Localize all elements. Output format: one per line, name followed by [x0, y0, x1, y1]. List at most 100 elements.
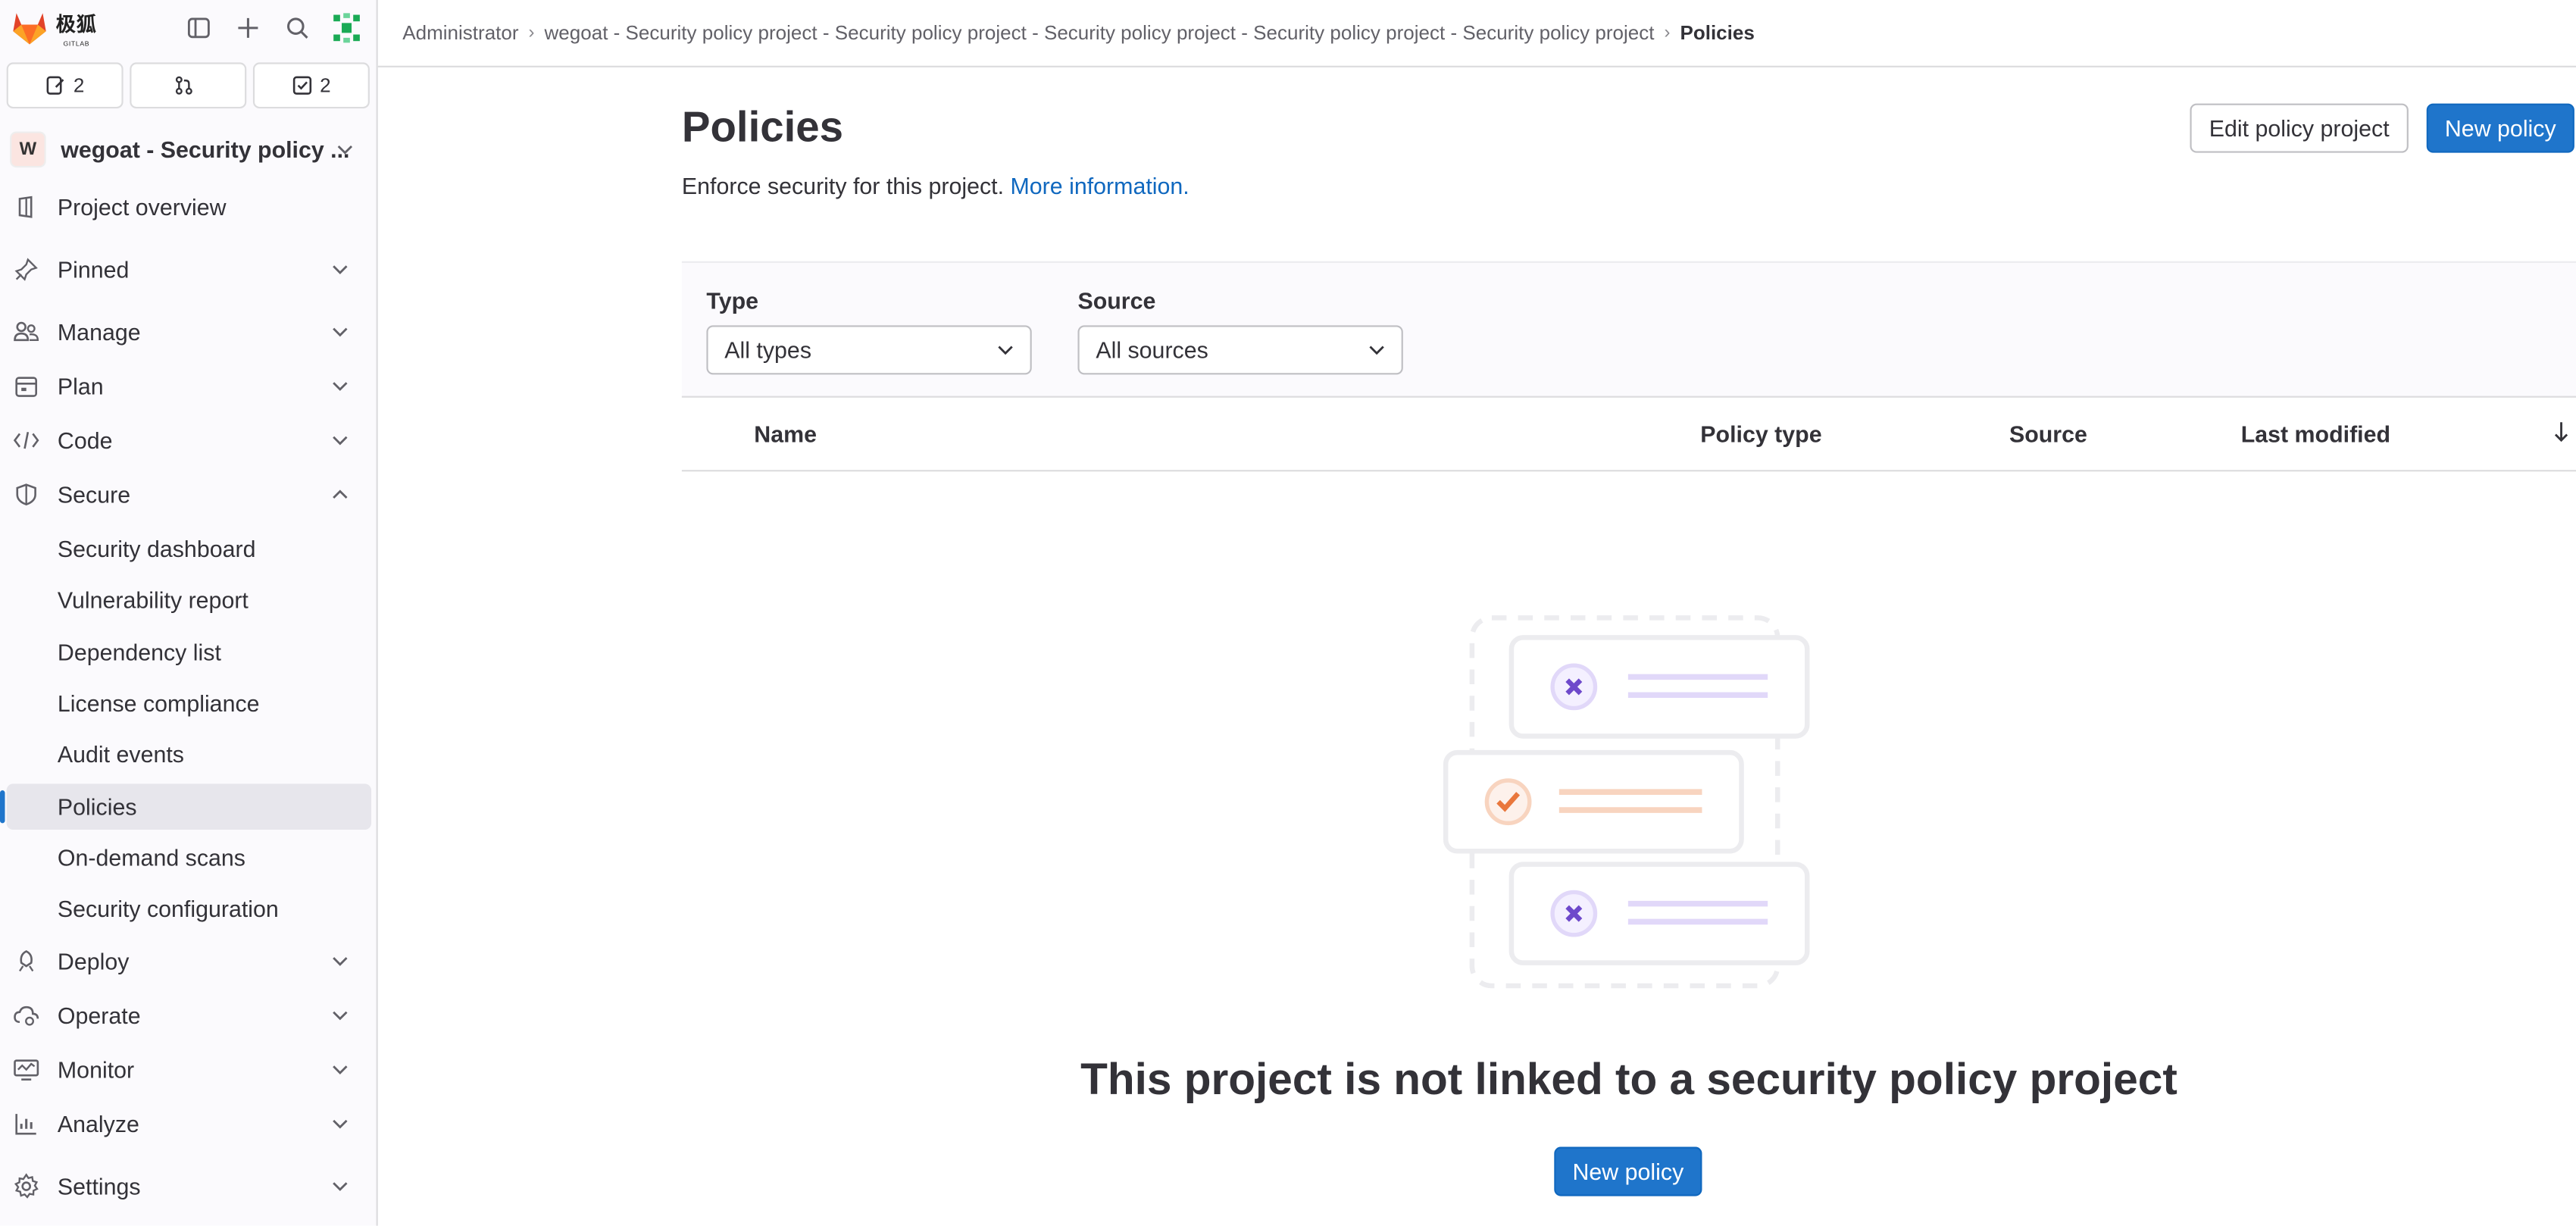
- user-avatar-icon[interactable]: [329, 10, 365, 46]
- edit-policy-project-button[interactable]: Edit policy project: [2190, 103, 2409, 153]
- new-policy-button[interactable]: New policy: [2426, 103, 2574, 153]
- sidebar-item-secure[interactable]: Secure: [0, 471, 371, 518]
- sidebar-item-code[interactable]: Code: [0, 418, 371, 464]
- column-header-source[interactable]: Source: [2009, 421, 2087, 447]
- search-icon[interactable]: [280, 10, 316, 46]
- project-switcher[interactable]: W wegoat - Security policy ...: [0, 121, 377, 177]
- sidebar-item-manage[interactable]: Manage: [0, 309, 371, 355]
- project-avatar: W: [10, 131, 46, 168]
- policies-table-header: Name Policy type Source Last modified: [681, 396, 2576, 472]
- pin-icon: [13, 256, 39, 283]
- type-filter-value: All types: [724, 336, 812, 364]
- brand-logo[interactable]: 极狐 GITLAB: [10, 9, 97, 47]
- chevron-right-icon: ›: [528, 23, 535, 43]
- page-description: Enforce security for this project. More …: [682, 173, 1190, 199]
- sidebar-item-label: Project overview: [57, 193, 227, 220]
- empty-state-illustration: [1443, 615, 1810, 989]
- chevron-down-icon: [332, 1178, 349, 1195]
- sidebar-item-policies[interactable]: Policies: [0, 783, 372, 830]
- sidebar-item-vulnerability-report[interactable]: Vulnerability report: [0, 577, 371, 623]
- chevron-down-icon: [332, 1115, 349, 1132]
- issues-icon: [45, 76, 64, 95]
- sidebar-item-label: Monitor: [57, 1056, 135, 1083]
- chevron-down-icon: [1368, 342, 1385, 358]
- sidebar-item-label: Settings: [57, 1173, 141, 1199]
- sort-arrow-down-icon[interactable]: [2553, 421, 2570, 452]
- sidebar-item-pinned[interactable]: Pinned: [0, 246, 371, 292]
- sidebar-item-project-overview[interactable]: Project overview: [0, 184, 371, 230]
- logo-subtext: GITLAB: [63, 38, 90, 47]
- project-name: wegoat - Security policy ...: [61, 136, 350, 163]
- chevron-down-icon: [332, 1062, 349, 1078]
- todo-icon: [292, 76, 311, 95]
- sidebar-item-dependency-list[interactable]: Dependency list: [0, 629, 371, 675]
- gear-icon: [13, 1173, 39, 1199]
- source-filter-value: All sources: [1096, 336, 1208, 364]
- shield-icon: [13, 481, 39, 508]
- breadcrumb-current[interactable]: Policies: [1680, 21, 1754, 44]
- sidebar-item-deploy[interactable]: Deploy: [0, 938, 371, 984]
- sidebar-item-security-dashboard[interactable]: Security dashboard: [0, 526, 371, 572]
- sidebar-item-license-compliance[interactable]: License compliance: [0, 680, 371, 727]
- column-header-last-modified[interactable]: Last modified: [2241, 421, 2390, 447]
- chevron-up-icon: [332, 486, 349, 503]
- sidebar-item-on-demand-scans[interactable]: On-demand scans: [0, 835, 371, 881]
- sidebar-item-label: Code: [57, 427, 113, 454]
- todos-count: 2: [320, 73, 331, 97]
- toggle-sidebar-icon[interactable]: [181, 10, 217, 46]
- deploy-icon: [13, 948, 39, 974]
- sidebar-header: 极狐 GITLAB: [0, 0, 377, 56]
- sidebar-item-label: Deploy: [57, 948, 130, 974]
- source-filter-label: Source: [1077, 287, 1156, 314]
- chevron-down-icon: [332, 378, 349, 395]
- chevron-down-icon: [332, 953, 349, 970]
- planning-icon: [13, 373, 39, 399]
- chevron-down-icon: [332, 432, 349, 449]
- monitor-icon: [13, 1056, 39, 1083]
- todos-button[interactable]: 2: [252, 62, 370, 109]
- sidebar-item-label: Plan: [57, 373, 104, 399]
- source-filter-dropdown[interactable]: All sources: [1077, 325, 1403, 375]
- sidebar-item-security-configuration[interactable]: Security configuration: [0, 886, 371, 932]
- tanuki-logo-icon: [13, 13, 46, 45]
- chevron-down-icon: [332, 324, 349, 340]
- sidebar-item-settings[interactable]: Settings: [0, 1163, 371, 1209]
- sidebar-item-audit-events[interactable]: Audit events: [0, 731, 371, 777]
- type-filter-label: Type: [706, 287, 759, 314]
- more-information-link[interactable]: More information.: [1010, 173, 1189, 199]
- active-indicator: [0, 790, 5, 824]
- sidebar-item-monitor[interactable]: Monitor: [0, 1046, 371, 1093]
- sidebar-item-label: Manage: [57, 318, 141, 346]
- chevron-down-icon: [332, 1007, 349, 1024]
- merge-request-icon: [175, 76, 192, 95]
- sidebar-item-label: On-demand scans: [57, 844, 245, 871]
- plus-icon[interactable]: [230, 10, 267, 46]
- column-header-name[interactable]: Name: [754, 421, 817, 447]
- sidebar-item-label: License compliance: [57, 690, 260, 717]
- sidebar-item-label: Security dashboard: [57, 535, 256, 562]
- empty-state-title: This project is not linked to a security…: [1080, 1055, 2177, 1105]
- project-icon: [13, 194, 39, 220]
- empty-state-new-policy-button[interactable]: New policy: [1554, 1146, 1702, 1196]
- sidebar-item-operate[interactable]: Operate: [0, 993, 371, 1039]
- cloud-gear-icon: [13, 1002, 39, 1029]
- page-title: Policies: [681, 102, 843, 152]
- type-filter-dropdown[interactable]: All types: [706, 325, 1032, 375]
- breadcrumb-root[interactable]: Administrator: [402, 21, 518, 44]
- breadcrumb: Administrator › wegoat - Security policy…: [377, 0, 2576, 67]
- sidebar-item-analyze[interactable]: Analyze: [0, 1101, 371, 1147]
- sidebar-item-plan[interactable]: Plan: [0, 363, 371, 409]
- sidebar-item-label: Policies: [57, 793, 137, 821]
- breadcrumb-project[interactable]: wegoat - Security policy project - Secur…: [545, 21, 1655, 44]
- logo-text: 极狐: [55, 12, 97, 36]
- filter-bar: Type All types Source All sources: [681, 261, 2576, 398]
- sidebar-item-label: Audit events: [57, 740, 184, 768]
- chart-icon: [13, 1111, 39, 1137]
- merge-requests-button[interactable]: [130, 62, 247, 109]
- assigned-issues-button[interactable]: 2: [6, 62, 123, 109]
- chevron-down-icon: [337, 141, 354, 158]
- sidebar-item-label: Pinned: [57, 256, 130, 283]
- chevron-down-icon: [332, 261, 349, 278]
- column-header-policy-type[interactable]: Policy type: [1700, 421, 1821, 447]
- issues-count: 2: [73, 73, 85, 97]
